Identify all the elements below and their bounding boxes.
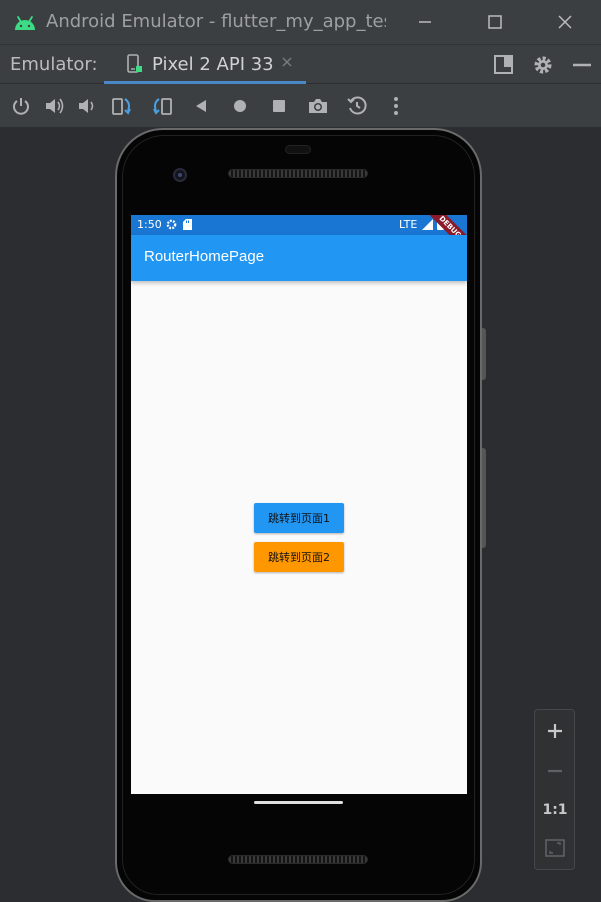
sd-card-status-icon <box>183 219 192 230</box>
status-time: 1:50 <box>137 218 162 231</box>
fit-screen-icon <box>545 839 565 857</box>
window-title: Android Emulator - flutter_my_app_test <box>46 11 386 32</box>
close-window-button[interactable] <box>547 6 583 38</box>
emulator-toolbar <box>0 84 601 128</box>
overview-icon <box>273 100 285 112</box>
fit-screen-button[interactable] <box>535 833 575 863</box>
signal-icon <box>422 219 433 230</box>
back-icon <box>196 100 206 112</box>
home-button[interactable] <box>228 94 252 118</box>
network-type: LTE <box>399 218 418 231</box>
more-icon <box>394 97 398 115</box>
gear-icon[interactable] <box>531 53 555 77</box>
tab-pixel-2[interactable]: Pixel 2 API 33 <box>104 45 306 84</box>
rotate-left-icon <box>112 98 131 115</box>
goto-page1-button[interactable]: 跳转到页面1 <box>254 503 344 533</box>
rotate-left-button[interactable] <box>110 94 134 118</box>
top-speaker-grille <box>228 169 368 178</box>
tab-label: Pixel 2 API 33 <box>152 54 274 75</box>
emulator-label: Emulator: <box>10 54 98 75</box>
power-button[interactable] <box>9 94 33 118</box>
title-bar: Android Emulator - flutter_my_app_test <box>0 0 601 44</box>
volume-down-button[interactable] <box>76 94 100 118</box>
close-icon <box>558 15 572 29</box>
power-icon <box>13 98 29 115</box>
zoom-in-button[interactable] <box>535 716 575 746</box>
snapshot-button[interactable] <box>345 94 369 118</box>
volume-down-icon <box>79 99 94 113</box>
volume-up-button[interactable] <box>43 94 67 118</box>
back-button[interactable] <box>189 94 213 118</box>
bottom-speaker-grille <box>228 855 368 864</box>
app-bar-title: RouterHomePage <box>144 248 265 265</box>
screenshot-button[interactable] <box>306 94 330 118</box>
close-tab-icon[interactable] <box>280 55 294 69</box>
rotate-right-button[interactable] <box>150 94 174 118</box>
pixel-2-device-frame: 1:50 LTE DEBUG RouterHomePage 跳转到页面1 跳转到… <box>115 128 486 902</box>
proximity-sensor <box>285 145 311 154</box>
minimize-icon <box>419 21 431 23</box>
rotate-right-icon <box>153 98 172 115</box>
minimize-button[interactable] <box>407 6 443 38</box>
snapshot-icon <box>347 96 367 115</box>
zoom-out-icon <box>548 769 562 773</box>
layout-icon[interactable] <box>492 53 516 77</box>
gesture-nav-pill[interactable] <box>254 801 343 804</box>
volume-up-icon <box>46 98 64 114</box>
settings-status-icon <box>166 219 177 230</box>
zoom-out-button[interactable] <box>535 756 575 786</box>
minimize-panel-icon[interactable] <box>570 53 594 77</box>
maximize-icon <box>488 15 502 29</box>
android-logo-icon <box>15 16 35 30</box>
status-bar: 1:50 LTE DEBUG <box>131 215 467 256</box>
phone-device-icon <box>127 54 142 73</box>
device-screen[interactable]: 1:50 LTE DEBUG RouterHomePage 跳转到页面1 跳转到… <box>131 215 467 794</box>
zoom-panel: 1:1 <box>534 709 575 870</box>
zoom-in-icon <box>548 724 562 738</box>
front-camera-icon <box>173 168 187 182</box>
emulator-tab-bar: Emulator: Pixel 2 API 33 <box>0 44 601 84</box>
app-bar: RouterHomePage <box>131 235 467 281</box>
maximize-button[interactable] <box>477 6 513 38</box>
home-icon <box>234 100 246 112</box>
camera-icon <box>309 99 327 113</box>
overview-button[interactable] <box>267 94 291 118</box>
goto-page2-button[interactable]: 跳转到页面2 <box>254 542 344 572</box>
zoom-one-to-one-button[interactable]: 1:1 <box>535 795 575 825</box>
more-button[interactable] <box>384 94 408 118</box>
